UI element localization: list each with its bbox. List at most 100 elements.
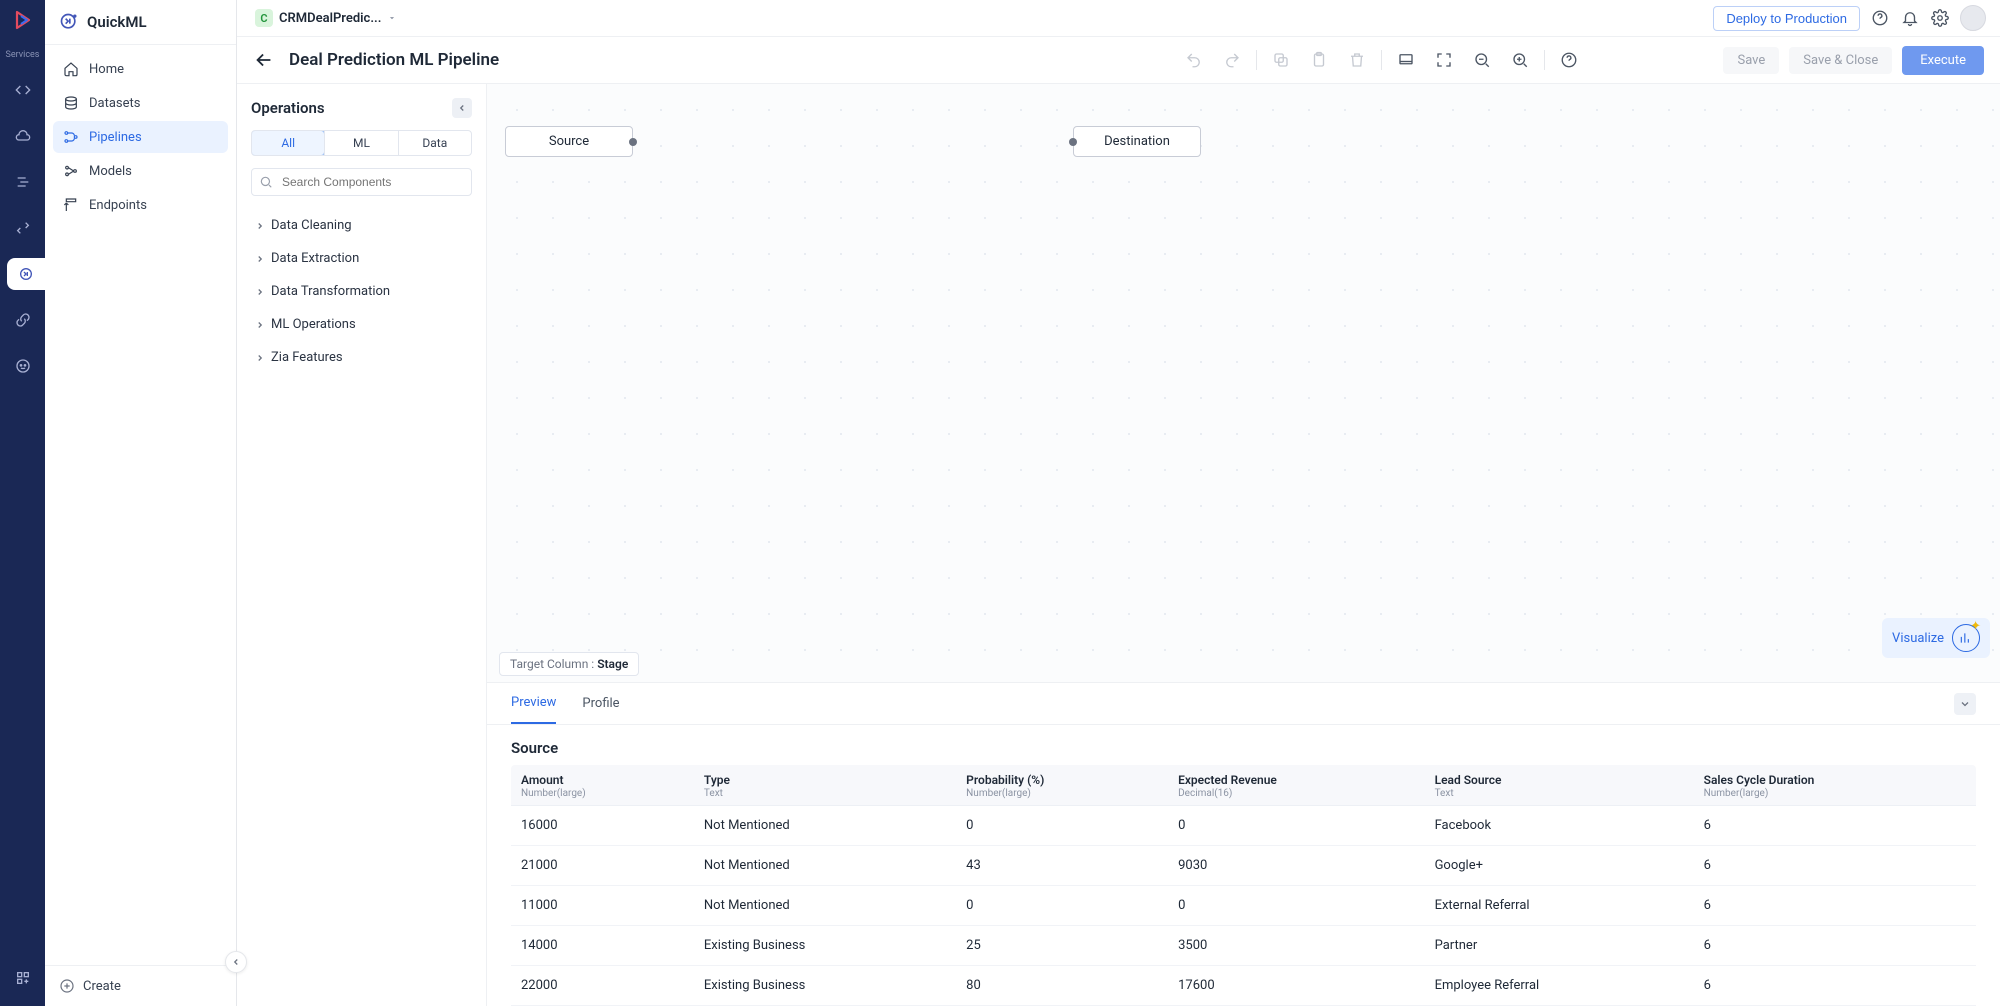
table-cell: Google+ <box>1425 846 1694 886</box>
table-cell: 17600 <box>1168 966 1424 1006</box>
help-icon[interactable] <box>1870 8 1890 28</box>
table-cell: Employee Referral <box>1425 966 1694 1006</box>
undo-button[interactable] <box>1180 46 1208 74</box>
filter-data[interactable]: Data <box>398 131 471 155</box>
rail-item-apps[interactable] <box>7 962 39 994</box>
node-destination[interactable]: Destination <box>1073 126 1201 157</box>
category-item[interactable]: Data Cleaning <box>251 212 472 239</box>
category-item[interactable]: Data Transformation <box>251 278 472 305</box>
nav-datasets[interactable]: Datasets <box>53 87 228 119</box>
nav-label: Endpoints <box>89 198 147 213</box>
panel-collapse-button[interactable] <box>225 951 247 973</box>
table-row[interactable]: 22000Existing Business8017600Employee Re… <box>511 966 1976 1006</box>
create-label: Create <box>83 979 121 994</box>
table-cell: 0 <box>1168 806 1424 846</box>
category-label: Data Transformation <box>271 284 390 299</box>
toolbar-help-button[interactable] <box>1555 46 1583 74</box>
sparkle-icon: ✦ <box>1970 619 1981 634</box>
rail-item-chain[interactable] <box>7 304 39 336</box>
brand-title: QuickML <box>87 13 147 31</box>
rail-item-code[interactable] <box>7 74 39 106</box>
visualize-label: Visualize <box>1892 631 1944 646</box>
delete-button[interactable] <box>1343 46 1371 74</box>
table-row[interactable]: 11000Not Mentioned00External Referral6 <box>511 886 1976 926</box>
node-source[interactable]: Source <box>505 126 633 157</box>
save-button[interactable]: Save <box>1723 47 1779 74</box>
ops-collapse-button[interactable] <box>452 98 472 118</box>
search-input[interactable] <box>251 168 472 196</box>
category-item[interactable]: ML Operations <box>251 311 472 338</box>
table-cell: 6 <box>1694 926 1976 966</box>
table-row[interactable]: 16000Not Mentioned00Facebook6 <box>511 806 1976 846</box>
execute-button[interactable]: Execute <box>1902 46 1984 75</box>
topbar: C CRMDealPredic... Deploy to Production <box>237 0 2000 36</box>
port-in[interactable] <box>1069 138 1077 146</box>
table-cell: 22000 <box>511 966 694 1006</box>
operations-title: Operations <box>251 99 325 117</box>
column-header[interactable]: Probability (%)Number(large) <box>956 765 1168 806</box>
table-cell: 9030 <box>1168 846 1424 886</box>
quickml-icon <box>59 12 79 32</box>
column-header[interactable]: TypeText <box>694 765 956 806</box>
table-cell: 16000 <box>511 806 694 846</box>
nav-models[interactable]: Models <box>53 155 228 187</box>
page-title: Deal Prediction ML Pipeline <box>289 50 499 70</box>
tab-profile[interactable]: Profile <box>582 684 619 723</box>
results-panel: Preview Profile Source AmountNumber(larg… <box>487 682 2000 1006</box>
chevron-right-icon <box>255 254 265 264</box>
category-label: Data Cleaning <box>271 218 352 233</box>
category-label: Data Extraction <box>271 251 359 266</box>
back-button[interactable] <box>253 49 275 71</box>
fullscreen-button[interactable] <box>1430 46 1458 74</box>
table-cell: Partner <box>1425 926 1694 966</box>
chevron-right-icon <box>255 221 265 231</box>
port-out[interactable] <box>629 138 637 146</box>
avatar[interactable] <box>1960 5 1986 31</box>
column-header[interactable]: Expected RevenueDecimal(16) <box>1168 765 1424 806</box>
table-cell: Facebook <box>1425 806 1694 846</box>
filter-ml[interactable]: ML <box>324 131 397 155</box>
visualize-button[interactable]: Visualize ✦ <box>1882 618 1990 658</box>
column-header[interactable]: Lead SourceText <box>1425 765 1694 806</box>
nav-pipelines[interactable]: Pipelines <box>53 121 228 153</box>
node-label: Source <box>549 134 589 149</box>
tab-preview[interactable]: Preview <box>511 683 556 724</box>
table-cell: Not Mentioned <box>694 886 956 926</box>
expand-results-button[interactable] <box>1954 693 1976 715</box>
rail-item-bot[interactable] <box>7 350 39 382</box>
redo-button[interactable] <box>1218 46 1246 74</box>
visualize-icon: ✦ <box>1952 624 1980 652</box>
table-cell: 43 <box>956 846 1168 886</box>
save-close-button[interactable]: Save & Close <box>1789 47 1892 74</box>
copy-button[interactable] <box>1267 46 1295 74</box>
paste-button[interactable] <box>1305 46 1333 74</box>
project-chip[interactable]: C CRMDealPredic... <box>251 7 401 29</box>
table-cell: Not Mentioned <box>694 806 956 846</box>
nav-label: Datasets <box>89 96 141 111</box>
nav-endpoints[interactable]: Endpoints <box>53 189 228 221</box>
table-row[interactable]: 14000Existing Business253500Partner6 <box>511 926 1976 966</box>
table-cell: 0 <box>956 806 1168 846</box>
pipeline-canvas[interactable]: Source Destination Target Column : Stage… <box>487 84 2000 682</box>
column-header[interactable]: Sales Cycle DurationNumber(large) <box>1694 765 1976 806</box>
create-button[interactable]: Create <box>45 965 236 1006</box>
category-item[interactable]: Zia Features <box>251 344 472 371</box>
settings-icon[interactable] <box>1930 8 1950 28</box>
deploy-button[interactable]: Deploy to Production <box>1713 6 1860 31</box>
rail-item-cloud[interactable] <box>7 120 39 152</box>
category-item[interactable]: Data Extraction <box>251 245 472 272</box>
notification-icon[interactable] <box>1900 8 1920 28</box>
zoom-out-button[interactable] <box>1468 46 1496 74</box>
filter-all[interactable]: All <box>251 130 325 156</box>
category-label: ML Operations <box>271 317 356 332</box>
table-cell: 11000 <box>511 886 694 926</box>
project-name: CRMDealPredic... <box>279 11 381 26</box>
nav-label: Models <box>89 164 132 179</box>
nav-home[interactable]: Home <box>53 53 228 85</box>
table-row[interactable]: 21000Not Mentioned439030Google+6 <box>511 846 1976 886</box>
rail-item-integrations[interactable] <box>7 212 39 244</box>
zoom-in-button[interactable] <box>1506 46 1534 74</box>
fit-button[interactable] <box>1392 46 1420 74</box>
column-header[interactable]: AmountNumber(large) <box>511 765 694 806</box>
rail-item-zia[interactable] <box>7 166 39 198</box>
